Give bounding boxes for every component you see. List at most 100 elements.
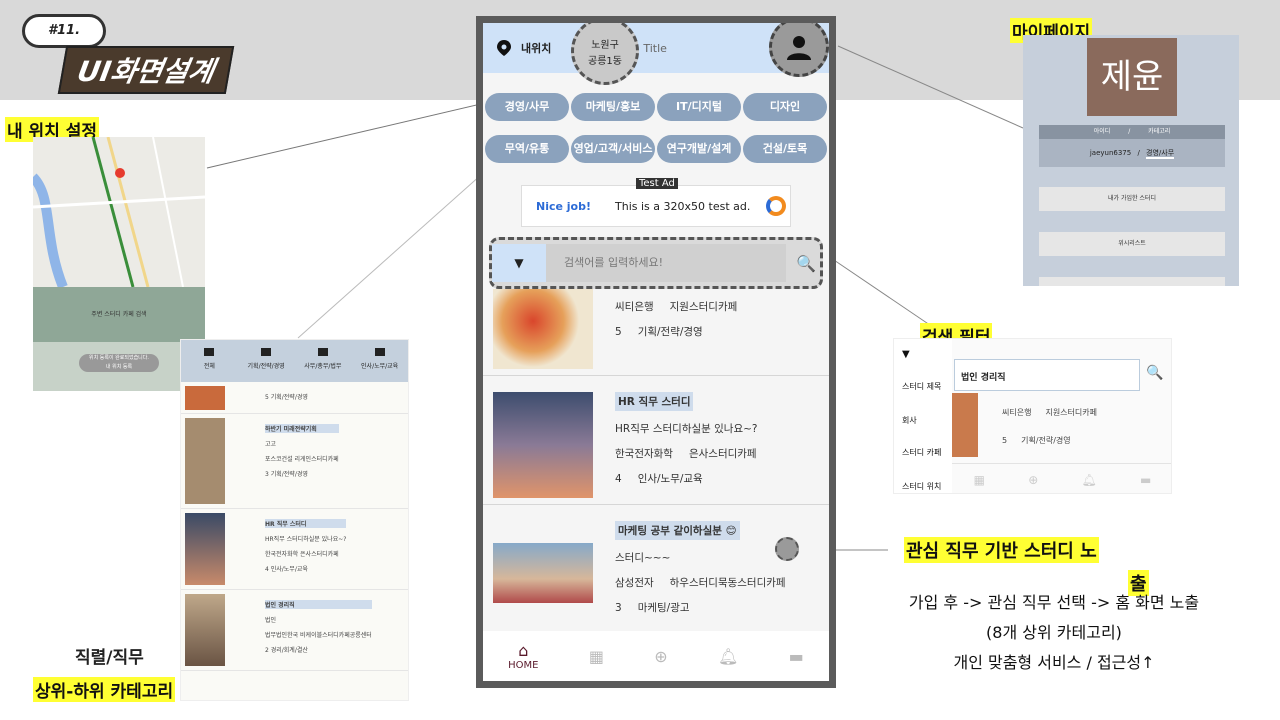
study-card[interactable]: 마케팅 공부 같이하실분 😊 스터디~~~ 삼성전자 하우스터디묵동스터디카페 3… — [483, 505, 829, 631]
study-list: 씨티은행 지원스터디카페 5 기획/전략/경영 HR 직무 스터디 HR직무 스터디… — [483, 289, 829, 631]
card-title: HR 직무 스터디 — [615, 392, 694, 411]
filter-category: 기획/전략/경영 — [1021, 436, 1071, 445]
map-register-pill[interactable]: 위치 등록이 완료되었습니다. 내 위치 등록 — [79, 354, 159, 372]
phone-mockup: 내위치 노원구 공릉1동 Title 경영/사무 마케팅/홍보 IT/디지털 디… — [476, 16, 836, 688]
category-button[interactable]: 연구개발/설계 — [657, 135, 741, 163]
study-thumbnail — [185, 418, 225, 504]
row-category: 3 기획/전략/경영 — [265, 471, 308, 478]
filter-option[interactable]: 스터디 카페 — [902, 447, 941, 458]
filter-option[interactable]: 스터디 위치 — [902, 481, 941, 492]
row-company: 법무법인한국 비케이블스터디카페공릉센터 — [265, 632, 372, 639]
category-panel: 전체 기획/전략/경영 사무/총무/법무 인사/노무/교육 5 기획/전략/경영… — [180, 339, 409, 701]
list-item[interactable]: 5 기획/전략/경영 — [181, 382, 408, 414]
study-card[interactable]: HR 직무 스터디 HR직무 스터디하실분 있나요~? 한국전자화학 은사스터디카… — [483, 376, 829, 505]
wishlist-button[interactable]: 위시리스트 — [1039, 232, 1225, 256]
category-button[interactable]: 영업/고객/서비스 — [571, 135, 655, 163]
folder-icon — [261, 348, 272, 356]
search-filter-screen: ▼ 스터디 제목 회사 스터디 카페 스터디 위치 법인 경리직 🔍 씨티은행 지… — [893, 338, 1172, 494]
card-count: 3 — [615, 602, 622, 614]
filter-option[interactable]: 스터디 제목 — [902, 381, 941, 392]
card-company: 삼성전자 — [615, 577, 654, 589]
card-category: 마케팅/광고 — [637, 602, 690, 614]
map-pill-line-2: 내 위치 등록 — [105, 364, 133, 370]
nav-category-icon[interactable]: ▦ — [974, 473, 985, 487]
nav-chat-icon[interactable]: ▬ — [1140, 473, 1151, 487]
nav-category-icon[interactable]: ▦ — [589, 647, 604, 666]
row-desc: 법인 — [265, 617, 277, 624]
row-text: 5 기획/전략/경영 — [265, 394, 308, 401]
list-item[interactable]: HR 직무 스터디 HR직무 스터디하실분 있나요~? 한국전자화학 은사스터디… — [181, 509, 408, 590]
category-button[interactable]: 무역/유통 — [485, 135, 569, 163]
joined-studies-button[interactable]: 내가 가입한 스터디 — [1039, 187, 1225, 211]
nav-bell-icon[interactable]: 🔔︎ — [1082, 473, 1097, 487]
user-sep: / — [1137, 149, 1140, 157]
tab-office[interactable]: 사무/총무/법무 — [295, 340, 352, 382]
row-title: 법인 경리직 — [265, 600, 372, 609]
location-pin-icon[interactable] — [497, 40, 511, 56]
card-desc: HR직무 스터디하실분 있나요~? — [615, 423, 758, 435]
filter-option[interactable]: 회사 — [902, 415, 917, 426]
row-company: 한국전자화학 은사스터디카페 — [265, 551, 339, 558]
tab-label: 인사/노무/교육 — [361, 363, 399, 370]
list-item[interactable]: 하반기 미래전략기획 고고 포스코건설 리게인스터디카페 3 기획/전략/경영 — [181, 414, 408, 509]
search-input[interactable]: 검색어를 입력하세요! — [546, 244, 786, 282]
filter-search-input[interactable]: 법인 경리직 — [954, 359, 1140, 391]
profile-button[interactable] — [769, 23, 829, 77]
search-filter-dropdown[interactable]: ▼ — [492, 244, 546, 282]
filter-thumbnail — [952, 393, 978, 457]
user-category: 경영/사무 — [1146, 149, 1175, 159]
nav-chat-icon[interactable]: ▬ — [789, 647, 804, 666]
map-pill-line-1: 위치 등록이 완료되었습니다. — [89, 355, 149, 361]
tab-label: 기획/전략/경영 — [247, 363, 285, 370]
map-nearby-search[interactable]: 주변 스터디 카페 검색 — [33, 287, 205, 342]
ad-nice: Nice job! — [536, 199, 592, 213]
tab-label: 전체 — [203, 363, 215, 370]
filter-company: 씨티은행 — [1002, 408, 1032, 417]
category-button[interactable]: IT/디지털 — [657, 93, 741, 121]
ad-banner[interactable]: Test Ad Nice job! This is a 320x50 test … — [521, 178, 791, 227]
card-category: 기획/전략/경영 — [637, 326, 703, 338]
interest-study-label: 관심 직무 기반 스터디 노 — [904, 537, 1099, 563]
nav-home[interactable]: ⌂ HOME — [508, 641, 538, 671]
category-button[interactable]: 마케팅/홍보 — [571, 93, 655, 121]
nav-add-icon[interactable]: ⊕ — [1028, 473, 1038, 487]
description-line-1: 가입 후 -> 관심 직무 선택 -> 홈 화면 노출 — [908, 593, 1200, 612]
my-location-text[interactable]: 내위치 — [521, 40, 551, 56]
area-district: 노원구 — [591, 40, 619, 51]
app-top-bar: 내위치 노원구 공릉1동 Title — [483, 23, 829, 85]
list-item[interactable]: 법인 경리직 법인 법무법인한국 비케이블스터디카페공릉센터 2 경리/회계/결… — [181, 590, 408, 671]
mypage-more-button[interactable] — [1039, 277, 1225, 286]
tab-label: 사무/총무/법무 — [304, 363, 342, 370]
category-button[interactable]: 디자인 — [743, 93, 827, 121]
header-sep: / — [1128, 128, 1131, 135]
ad-text: This is a 320x50 test ad. — [615, 199, 751, 213]
nav-add-icon[interactable]: ⊕ — [654, 647, 667, 666]
search-icon[interactable]: 🔍 — [1146, 365, 1163, 381]
study-card[interactable]: 씨티은행 지원스터디카페 5 기획/전략/경영 — [483, 289, 829, 376]
card-title: 마케팅 공부 같이하실분 😊 — [615, 521, 740, 540]
nav-bell-icon[interactable]: 🔔︎ — [718, 647, 738, 666]
study-thumbnail — [185, 594, 225, 666]
map-streets-icon — [33, 137, 205, 289]
home-icon: ⌂ — [518, 641, 529, 660]
category-button[interactable]: 경영/사무 — [485, 93, 569, 121]
search-icon[interactable]: 🔍 — [796, 254, 816, 273]
current-area-badge[interactable]: 노원구 공릉1동 — [571, 23, 639, 85]
description-line-2: (8개 상위 카테고리) — [986, 623, 1122, 642]
filter-cafe: 지원스터디카페 — [1045, 408, 1097, 417]
tab-all[interactable]: 전체 — [181, 340, 238, 382]
folder-icon — [204, 348, 215, 356]
filter-dropdown-icon[interactable]: ▼ — [902, 349, 910, 360]
header-cat: 카테고리 — [1148, 128, 1171, 135]
tab-hr[interactable]: 인사/노무/교육 — [351, 340, 408, 382]
study-thumbnail — [185, 386, 225, 410]
card-cafe: 하우스터디묵동스터디카페 — [669, 577, 786, 589]
description-line-3: 개인 맞춤형 서비스 / 접근성↑ — [953, 653, 1155, 672]
card-cafe: 은사스터디카페 — [688, 448, 757, 460]
filter-count: 5 — [1002, 436, 1008, 445]
tab-planning[interactable]: 기획/전략/경영 — [238, 340, 295, 382]
card-cafe: 지원스터디카페 — [669, 301, 738, 313]
bottom-nav: ⌂ HOME ▦ ⊕ 🔔︎ ▬ — [483, 631, 829, 681]
filter-result-row: 5 기획/전략/경영 — [1002, 435, 1071, 446]
category-button[interactable]: 건설/토목 — [743, 135, 827, 163]
